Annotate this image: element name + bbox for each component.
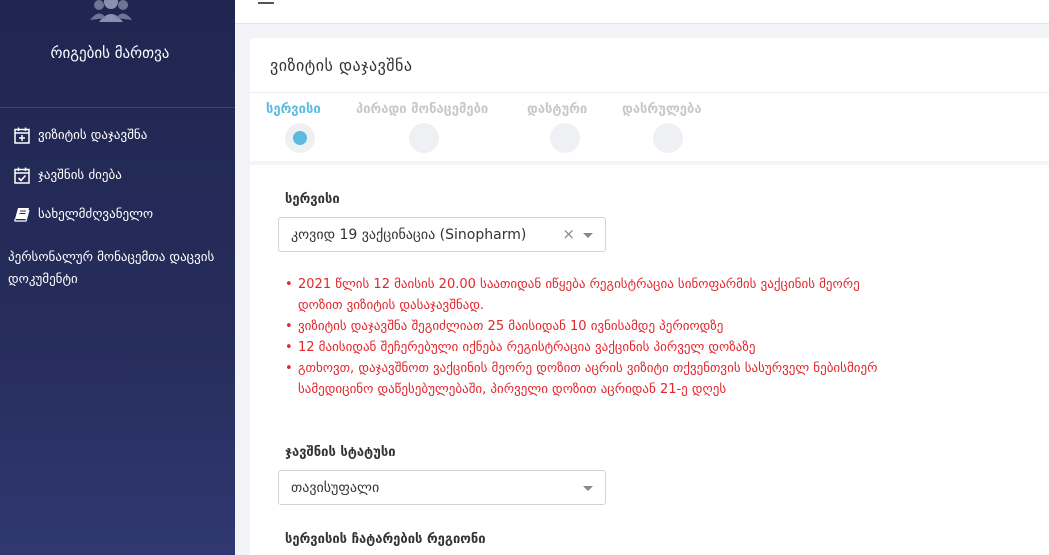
sidebar-divider [0,107,235,108]
booking-status-select[interactable]: თავისუფალი [278,470,606,505]
page-title: ვიზიტის დაჯავშნა [270,56,413,75]
step-service-indicator[interactable] [285,123,315,153]
region-label: სერვისის ჩატარების რეგიონი [285,532,486,547]
chevron-down-icon[interactable] [583,233,593,238]
calendar-check-icon [12,166,32,184]
booking-status-label: ჯავშნის სტატუსი [285,445,396,460]
step-finish-indicator[interactable] [653,123,683,153]
step-confirmation-indicator[interactable] [550,123,580,153]
sidebar-item-manual[interactable]: სახელმძღვანელო [12,205,153,223]
steps-divider [250,161,1049,165]
book-icon [12,205,32,223]
clear-icon[interactable]: × [562,225,575,243]
sidebar: რიგების მართვა ვიზიტის დაჯავშნა ჯავშნის … [0,0,235,555]
notice-item: 2021 წლის 12 მაისის 20.00 საათიდან იწყებ… [285,274,885,316]
menu-toggle-icon[interactable] [258,0,274,4]
step-service-label[interactable]: სერვისი [266,102,321,117]
sidebar-item-book-visit[interactable]: ვიზიტის დაჯავშნა [12,126,147,144]
step-confirmation-label[interactable]: დასტური [527,102,587,117]
card-header: ვიზიტის დაჯავშნა [250,38,1049,93]
sidebar-item-label: ჯავშნის ძიება [38,167,122,183]
sidebar-item-search-booking[interactable]: ჯავშნის ძიება [12,166,122,184]
service-select[interactable]: კოვიდ 19 ვაქცინაცია (Sinopharm) × [278,217,606,252]
service-select-value: კოვიდ 19 ვაქცინაცია (Sinopharm) [291,227,527,243]
booking-status-value: თავისუფალი [291,480,380,496]
app-title: რიგების მართვა [50,44,170,62]
top-bar [235,0,1049,24]
notice-list: 2021 წლის 12 მაისის 20.00 საათიდან იწყებ… [285,274,885,400]
notice-item: ვიზიტის დაჯავშნა შეგიძლიათ 25 მაისიდან 1… [285,316,885,337]
step-finish-label[interactable]: დასრულება [622,102,702,117]
sidebar-item-privacy-document[interactable]: პერსონალურ მონაცემთა დაცვის დოკუმენტი [8,247,223,291]
sidebar-item-label: ვიზიტის დაჯავშნა [38,127,148,143]
sidebar-item-label: სახელმძღვანელო [38,206,154,222]
step-personal-data-indicator[interactable] [409,123,439,153]
notice-item: 12 მაისიდან შეჩერებული იქნება რეგისტრაცი… [285,337,885,358]
notice-item: გთხოვთ, დაჯავშნოთ ვაქცინის მეორე დოზით ა… [285,358,885,400]
service-label: სერვისი [285,192,340,207]
calendar-plus-icon [12,126,32,144]
chevron-down-icon[interactable] [583,486,593,491]
step-personal-data-label[interactable]: პირადი მონაცემები [356,102,488,117]
booking-card: ვიზიტის დაჯავშნა სერვისი პირადი მონაცემე… [250,38,1049,555]
users-group-icon [88,0,134,26]
